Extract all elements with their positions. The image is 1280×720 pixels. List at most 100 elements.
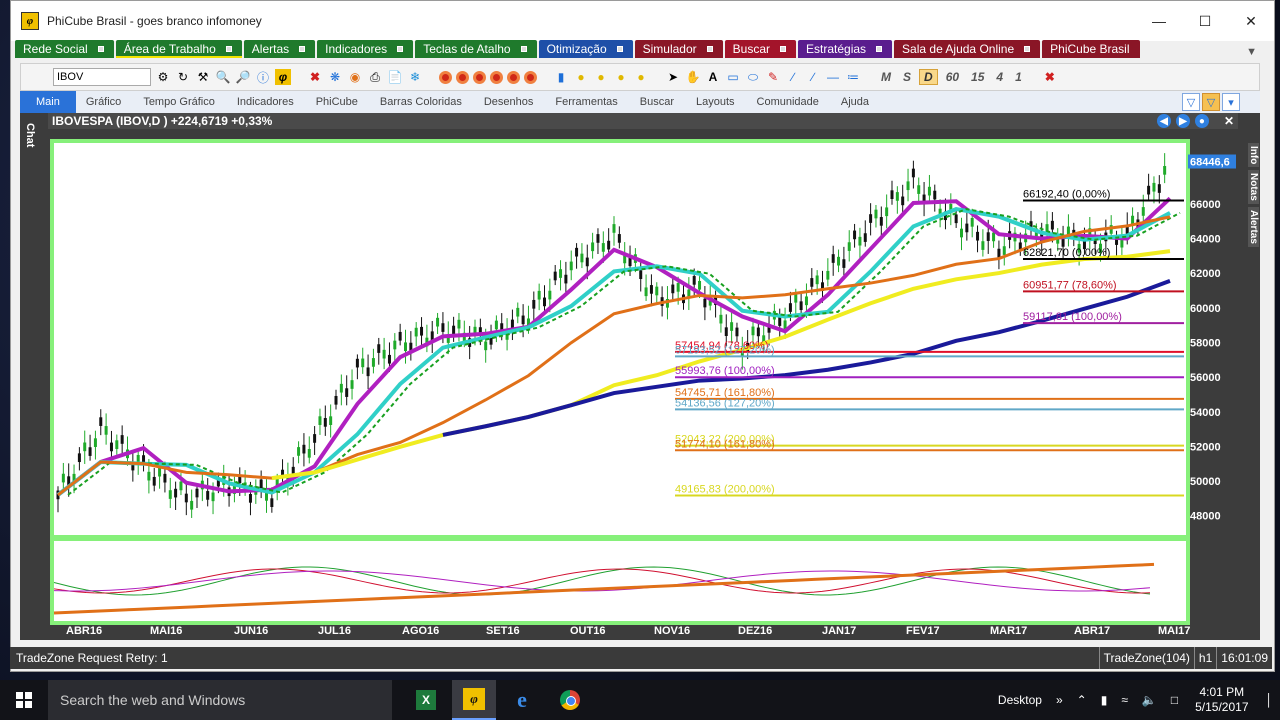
pin-icon[interactable] <box>706 46 713 52</box>
taskbar-clock[interactable]: 4:01 PM 5/15/2017 <box>1185 685 1258 715</box>
bulb-2-icon[interactable]: ● <box>593 69 609 85</box>
symbol-input[interactable] <box>53 68 151 86</box>
menu-phicube[interactable]: PhiCube <box>306 91 370 113</box>
desktop-toolbar-label[interactable]: Desktop <box>991 693 1049 707</box>
alertas-side-tab[interactable]: Alertas <box>1248 207 1259 248</box>
period-4[interactable]: 4 <box>992 70 1007 84</box>
pin-icon[interactable] <box>780 46 787 52</box>
prev-arrow-icon[interactable]: ◀ <box>1156 114 1171 128</box>
period-s[interactable]: S <box>899 70 915 84</box>
edge-app[interactable]: e <box>500 680 544 720</box>
delete-icon[interactable]: ✖ <box>307 69 323 85</box>
rectangle-icon[interactable]: ▭ <box>725 69 741 85</box>
indicator-red-1-icon[interactable] <box>439 70 452 84</box>
chevron-right-icon[interactable]: » <box>1049 693 1070 707</box>
tabs-overflow-icon[interactable]: ▼ <box>1246 46 1265 58</box>
filter-active-icon[interactable]: ▽ <box>1202 93 1220 111</box>
pin-icon[interactable] <box>520 46 527 52</box>
period-d[interactable]: D <box>919 69 938 85</box>
menu-comunidade[interactable]: Comunidade <box>747 91 831 113</box>
phi-icon[interactable]: φ <box>275 69 291 85</box>
refresh-icon[interactable]: ↻ <box>175 69 191 85</box>
indicator-red-2-icon[interactable] <box>456 70 469 84</box>
excel-app[interactable]: X <box>404 680 448 720</box>
info-side-tab[interactable]: Info <box>1248 143 1259 168</box>
info-icon[interactable]: ⓘ <box>255 69 271 85</box>
tab-area-de-trabalho[interactable]: Área de Trabalho <box>115 40 242 58</box>
dropdown-arrow-icon[interactable]: ▾ <box>1222 93 1240 111</box>
pin-icon[interactable] <box>225 46 232 52</box>
menu-layouts[interactable]: Layouts <box>686 91 747 113</box>
globe-icon[interactable]: ● <box>1194 114 1209 128</box>
menu-tempo-grafico[interactable]: Tempo Gráfico <box>133 91 227 113</box>
tab-teclas-de-atalho[interactable]: Teclas de Atalho <box>415 40 537 58</box>
indicator-red-5-icon[interactable] <box>507 70 520 84</box>
taskbar-search[interactable]: Search the web and Windows <box>48 680 392 720</box>
next-arrow-icon[interactable]: ▶ <box>1175 114 1190 128</box>
bulb-4-icon[interactable]: ● <box>633 69 649 85</box>
menu-buscar[interactable]: Buscar <box>630 91 686 113</box>
tab-phicube-brasil[interactable]: PhiCube Brasil <box>1042 40 1140 58</box>
tab-buscar[interactable]: Buscar <box>724 40 797 58</box>
indicator-red-6-icon[interactable] <box>524 70 537 84</box>
pin-icon[interactable] <box>97 46 104 52</box>
indicator-red-3-icon[interactable] <box>473 70 486 84</box>
menu-ajuda[interactable]: Ajuda <box>831 91 881 113</box>
maximize-button[interactable]: ☐ <box>1182 1 1228 41</box>
ellipse-icon[interactable]: ⬭ <box>745 69 761 85</box>
tab-rede-social[interactable]: Rede Social <box>15 40 114 58</box>
pin-icon[interactable] <box>616 46 623 52</box>
snowflake-icon[interactable]: ❄ <box>407 69 423 85</box>
menu-barras-coloridas[interactable]: Barras Coloridas <box>370 91 474 113</box>
menu-indicadores[interactable]: Indicadores <box>227 91 306 113</box>
bulb-1-icon[interactable]: ● <box>573 69 589 85</box>
settings-icon[interactable]: ⚙ <box>155 69 171 85</box>
price-chart[interactable]: 48000 50000 52000 54000 56000 58000 60000 62000… <box>48 129 1248 639</box>
period-15[interactable]: 15 <box>967 70 988 84</box>
zoom-out-icon[interactable]: 🔍 <box>215 69 231 85</box>
chart-close-icon[interactable]: ✕ <box>1224 114 1234 128</box>
indicator-red-4-icon[interactable] <box>490 70 503 84</box>
battery-icon[interactable]: ▮ <box>1094 693 1115 707</box>
chat-side-tab[interactable]: Chat <box>20 113 48 640</box>
tab-estrategias[interactable]: Estratégias <box>798 40 893 58</box>
hand-icon[interactable]: ✋ <box>685 69 701 85</box>
tab-sala-de-ajuda[interactable]: Sala de Ajuda Online <box>894 40 1041 58</box>
chrome-app[interactable] <box>548 680 592 720</box>
pointer-icon[interactable]: ➤ <box>665 69 681 85</box>
pin-icon[interactable] <box>299 46 306 52</box>
fibonacci-icon[interactable]: ≔ <box>845 69 861 85</box>
tab-alertas[interactable]: Alertas <box>243 40 316 58</box>
remove-all-icon[interactable]: ✖ <box>1042 69 1058 85</box>
period-60[interactable]: 60 <box>942 70 963 84</box>
wifi-icon[interactable]: ≈ <box>1114 693 1135 707</box>
start-button[interactable] <box>0 680 48 720</box>
menu-main[interactable]: Main <box>20 91 76 113</box>
bar-chart-icon[interactable]: ▮ <box>553 69 569 85</box>
line-tool-icon[interactable]: ∕ <box>785 69 801 85</box>
zoom-in-icon[interactable]: 🔎 <box>235 69 251 85</box>
tab-indicadores[interactable]: Indicadores <box>317 40 414 58</box>
show-desktop-button[interactable]: │ <box>1259 693 1280 707</box>
text-tool-icon[interactable]: A <box>705 69 721 85</box>
pin-icon[interactable] <box>397 46 404 52</box>
tab-otimizacao[interactable]: Otimização <box>538 40 633 58</box>
magnet-icon[interactable]: ◉ <box>347 69 363 85</box>
notifications-icon[interactable]: □ <box>1164 693 1185 707</box>
period-m[interactable]: M <box>877 70 895 84</box>
period-1[interactable]: 1 <box>1011 70 1026 84</box>
tools-icon[interactable]: ⚒ <box>195 69 211 85</box>
menu-grafico[interactable]: Gráfico <box>76 91 133 113</box>
pencil-icon[interactable]: ✎ <box>765 69 781 85</box>
minimize-button[interactable]: — <box>1136 1 1182 41</box>
horizontal-line-icon[interactable]: — <box>825 69 841 85</box>
print-icon[interactable]: ⎙ <box>367 69 383 85</box>
menu-ferramentas[interactable]: Ferramentas <box>545 91 629 113</box>
filter-icon[interactable]: ▽ <box>1182 93 1200 111</box>
bulb-3-icon[interactable]: ● <box>613 69 629 85</box>
notas-side-tab[interactable]: Notas <box>1248 170 1259 205</box>
trendline-icon[interactable]: ∕ <box>805 69 821 85</box>
page-icon[interactable]: 📄 <box>387 69 403 85</box>
menu-desenhos[interactable]: Desenhos <box>474 91 546 113</box>
volume-icon[interactable]: 🔈 <box>1135 693 1164 707</box>
